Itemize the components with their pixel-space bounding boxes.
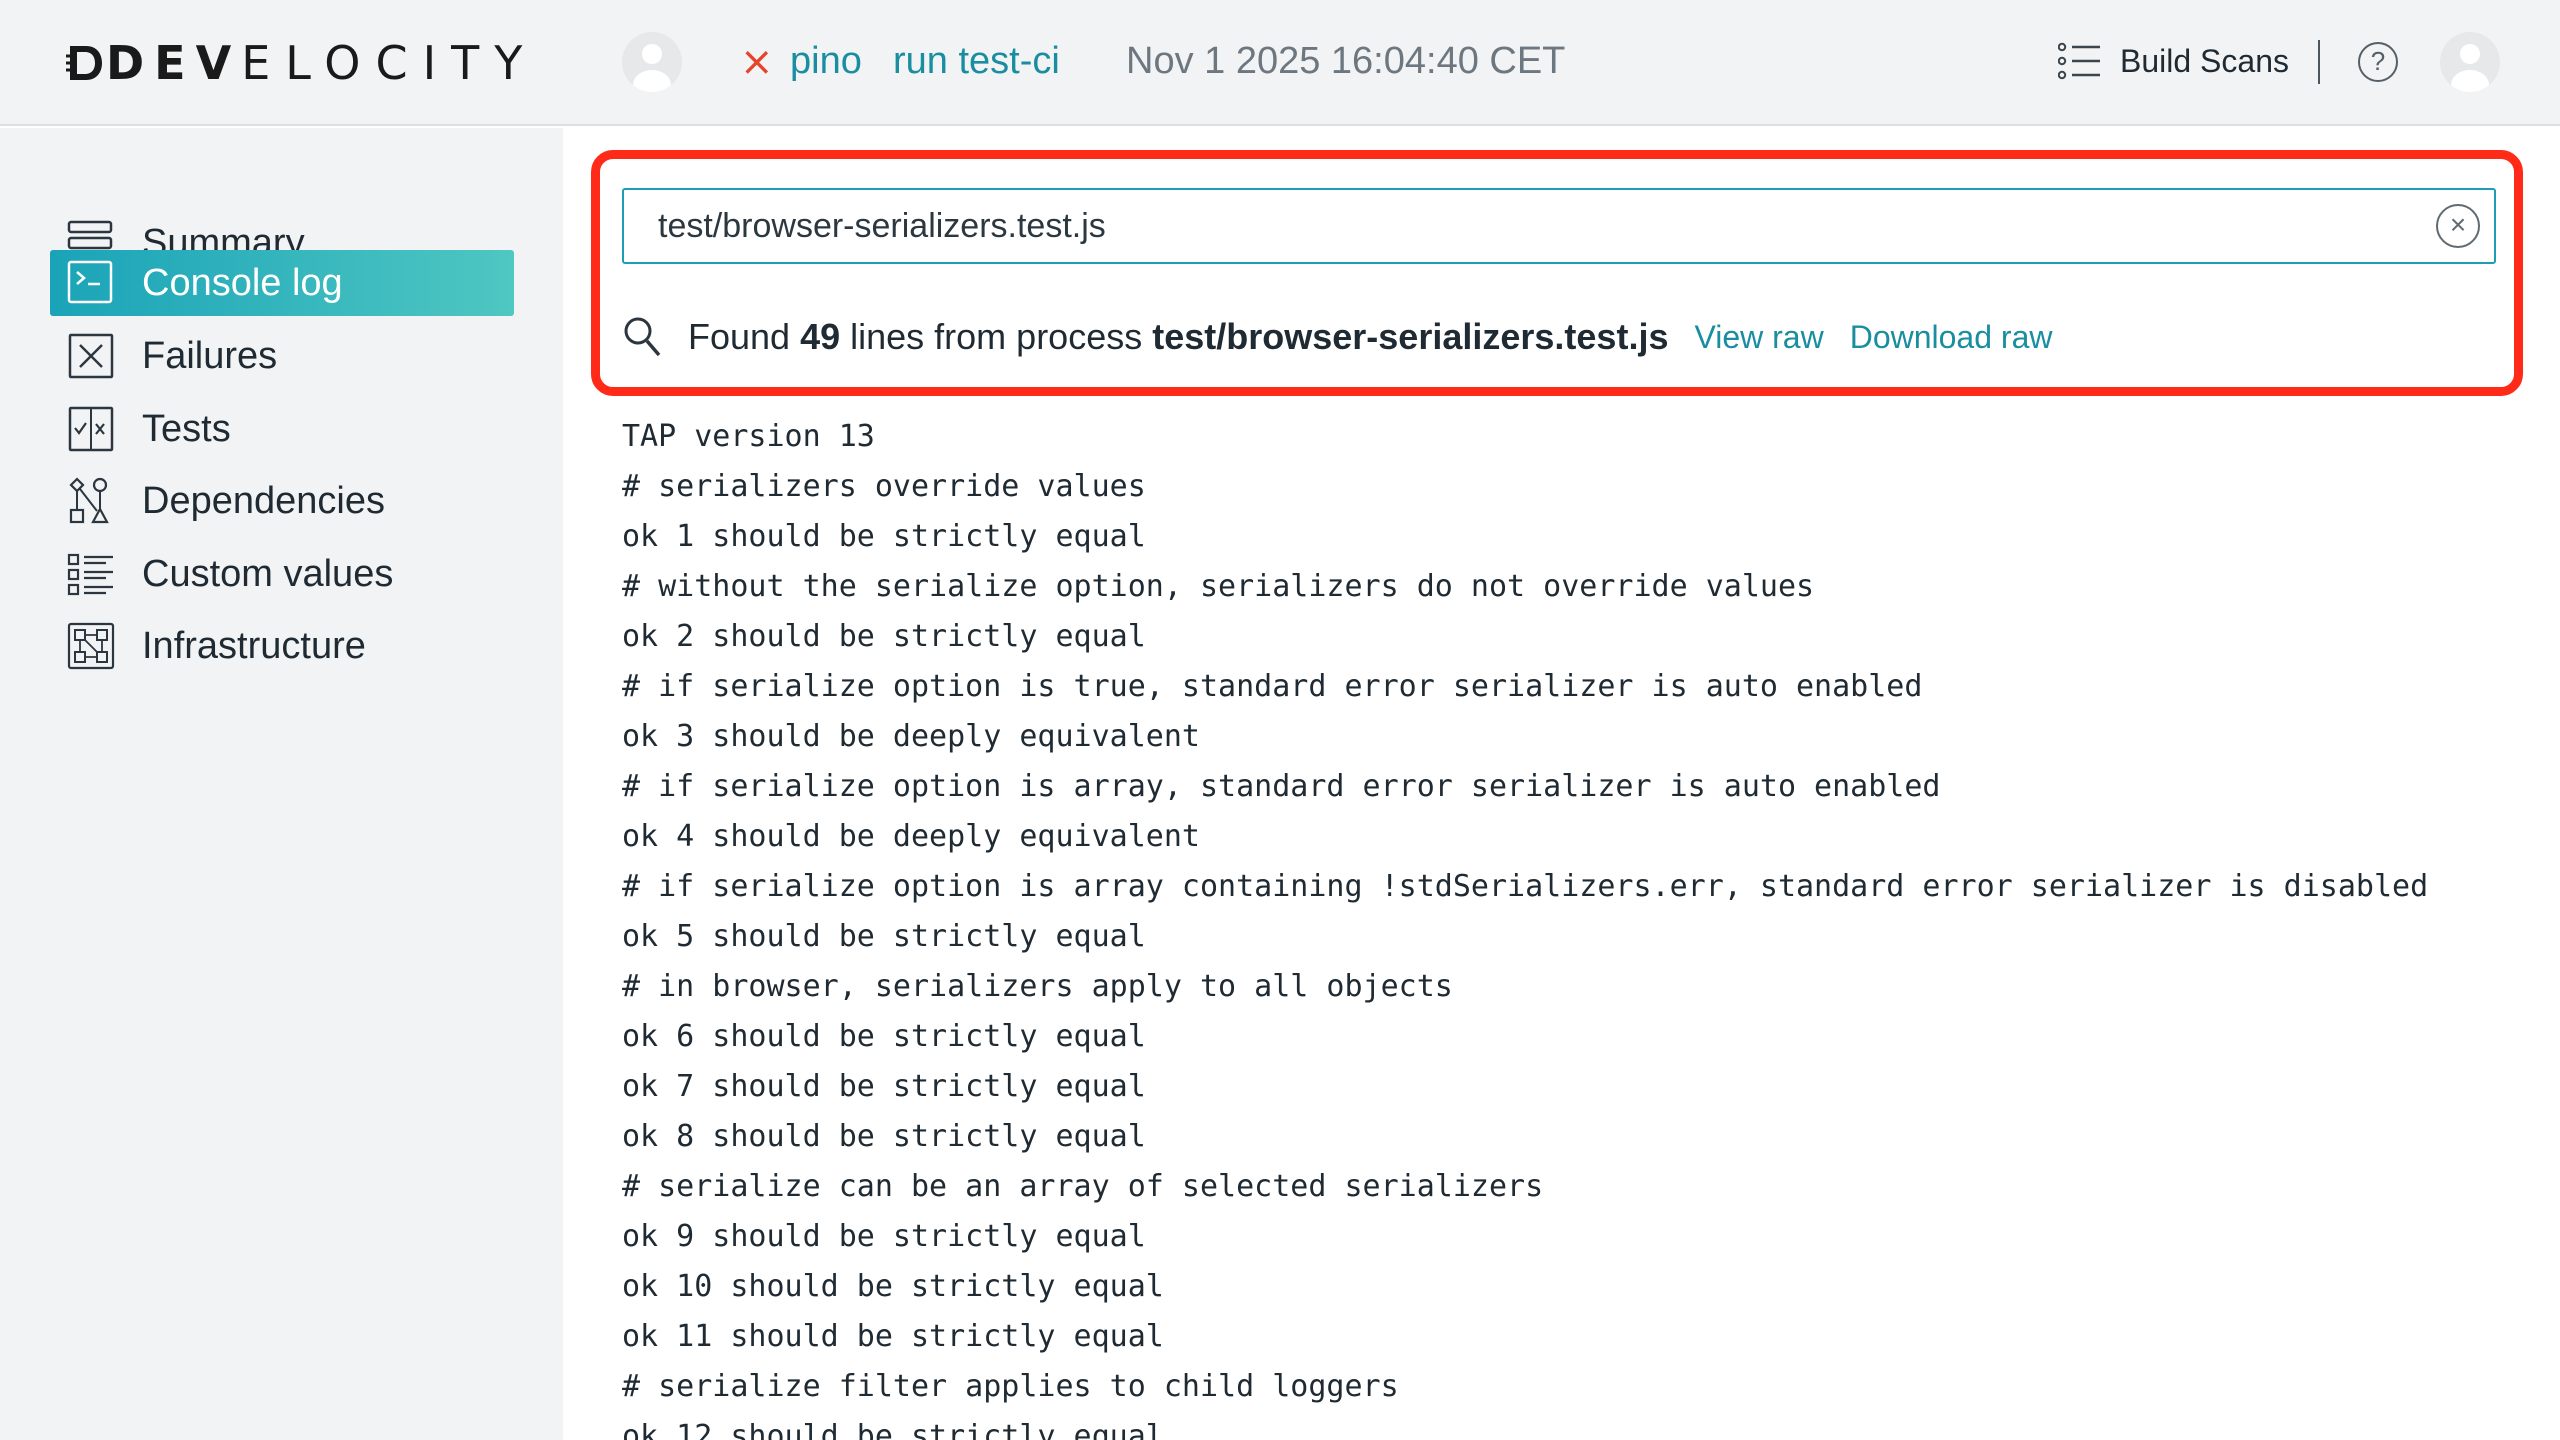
sidebar-item-label: Dependencies bbox=[142, 479, 385, 522]
console-output: TAP version 13 # serializers override va… bbox=[622, 412, 2522, 1440]
build-scans-button[interactable]: Build Scans bbox=[2058, 36, 2289, 86]
user-avatar[interactable] bbox=[2440, 32, 2500, 92]
log-line: ok 7 should be strictly equal bbox=[622, 1069, 1146, 1104]
log-line: ok 1 should be strictly equal bbox=[622, 519, 1146, 554]
result-middle: lines from process bbox=[840, 316, 1153, 357]
sidebar-item-label: Tests bbox=[142, 407, 231, 450]
develocity-logo[interactable]: DEVELOCITY bbox=[66, 36, 537, 90]
sidebar-item-console-log[interactable]: Console log bbox=[50, 250, 514, 316]
log-line: ok 2 should be strictly equal bbox=[622, 619, 1146, 654]
log-line: TAP version 13 bbox=[622, 419, 875, 454]
search-field[interactable]: × bbox=[622, 188, 2496, 264]
log-line: ok 11 should be strictly equal bbox=[622, 1319, 1164, 1354]
log-line: # serialize can be an array of selected … bbox=[622, 1169, 1544, 1204]
help-icon[interactable]: ? bbox=[2358, 42, 2398, 82]
sidebar-item-label: Custom values bbox=[142, 552, 394, 595]
log-line: # serialize filter applies to child logg… bbox=[622, 1369, 1399, 1404]
sidebar: Summary Console log Failures Tests Depen… bbox=[0, 128, 563, 1440]
search-result-summary: Found 49 lines from process test/browser… bbox=[622, 310, 2052, 364]
log-line: # in browser, serializers apply to all o… bbox=[622, 969, 1453, 1004]
dependencies-icon bbox=[66, 476, 116, 526]
logo-mark-icon bbox=[66, 46, 102, 80]
sidebar-item-label: Infrastructure bbox=[142, 624, 366, 667]
sidebar-item-tests[interactable]: Tests bbox=[50, 396, 514, 462]
task-link[interactable]: run test-ci bbox=[893, 36, 1060, 86]
search-input[interactable] bbox=[624, 190, 2424, 262]
sidebar-item-label: Console log bbox=[142, 261, 343, 304]
log-line: ok 12 should be strictly equal bbox=[622, 1419, 1164, 1440]
sidebar-item-dependencies[interactable]: Dependencies bbox=[50, 468, 514, 534]
download-raw-link[interactable]: Download raw bbox=[1850, 319, 2053, 356]
clear-search-icon[interactable]: × bbox=[2436, 204, 2480, 248]
log-line: # if serialize option is true, standard … bbox=[622, 669, 1923, 704]
view-raw-link[interactable]: View raw bbox=[1694, 319, 1823, 356]
log-line: # without the serialize option, serializ… bbox=[622, 569, 1815, 604]
log-line: ok 9 should be strictly equal bbox=[622, 1219, 1146, 1254]
sidebar-item-custom-values[interactable]: Custom values bbox=[50, 541, 514, 607]
build-failed-icon: × bbox=[740, 39, 774, 85]
failures-icon bbox=[66, 331, 116, 381]
infrastructure-icon bbox=[66, 621, 116, 671]
build-scans-label: Build Scans bbox=[2120, 42, 2289, 79]
list-icon bbox=[2058, 42, 2100, 80]
log-line: # if serialize option is array containin… bbox=[622, 869, 2429, 904]
sidebar-item-label: Failures bbox=[142, 334, 278, 377]
log-line: ok 5 should be strictly equal bbox=[622, 919, 1146, 954]
log-line: # serializers override values bbox=[622, 469, 1146, 504]
log-line: ok 8 should be strictly equal bbox=[622, 1119, 1146, 1154]
logo-text-light: ELOCITY bbox=[241, 36, 538, 90]
result-process: test/browser-serializers.test.js bbox=[1152, 316, 1669, 357]
custom-values-icon bbox=[66, 549, 116, 599]
top-header: DEVELOCITY × pino run test-ci Nov 1 2025… bbox=[0, 0, 2560, 126]
result-prefix: Found bbox=[688, 316, 801, 357]
log-line: ok 6 should be strictly equal bbox=[622, 1019, 1146, 1054]
sidebar-item-failures[interactable]: Failures bbox=[50, 323, 514, 389]
log-line: # if serialize option is array, standard… bbox=[622, 769, 1941, 804]
log-line: ok 3 should be deeply equivalent bbox=[622, 719, 1200, 754]
build-timestamp: Nov 1 2025 16:04:40 CET bbox=[1126, 40, 1566, 82]
result-count: 49 bbox=[800, 316, 841, 357]
log-line: ok 4 should be deeply equivalent bbox=[622, 819, 1200, 854]
result-text: Found 49 lines from process test/browser… bbox=[688, 316, 1668, 358]
header-divider bbox=[2318, 40, 2320, 84]
sidebar-item-infrastructure[interactable]: Infrastructure bbox=[50, 613, 514, 679]
project-link[interactable]: pino bbox=[790, 36, 862, 86]
console-icon bbox=[66, 258, 116, 308]
build-user-avatar bbox=[622, 32, 682, 92]
logo-text-bold: DEV bbox=[106, 36, 242, 90]
tests-icon bbox=[66, 404, 116, 454]
console-log-panel: × Found 49 lines from process test/brows… bbox=[563, 128, 2560, 1440]
log-line: ok 10 should be strictly equal bbox=[622, 1269, 1164, 1304]
search-icon bbox=[624, 317, 661, 357]
